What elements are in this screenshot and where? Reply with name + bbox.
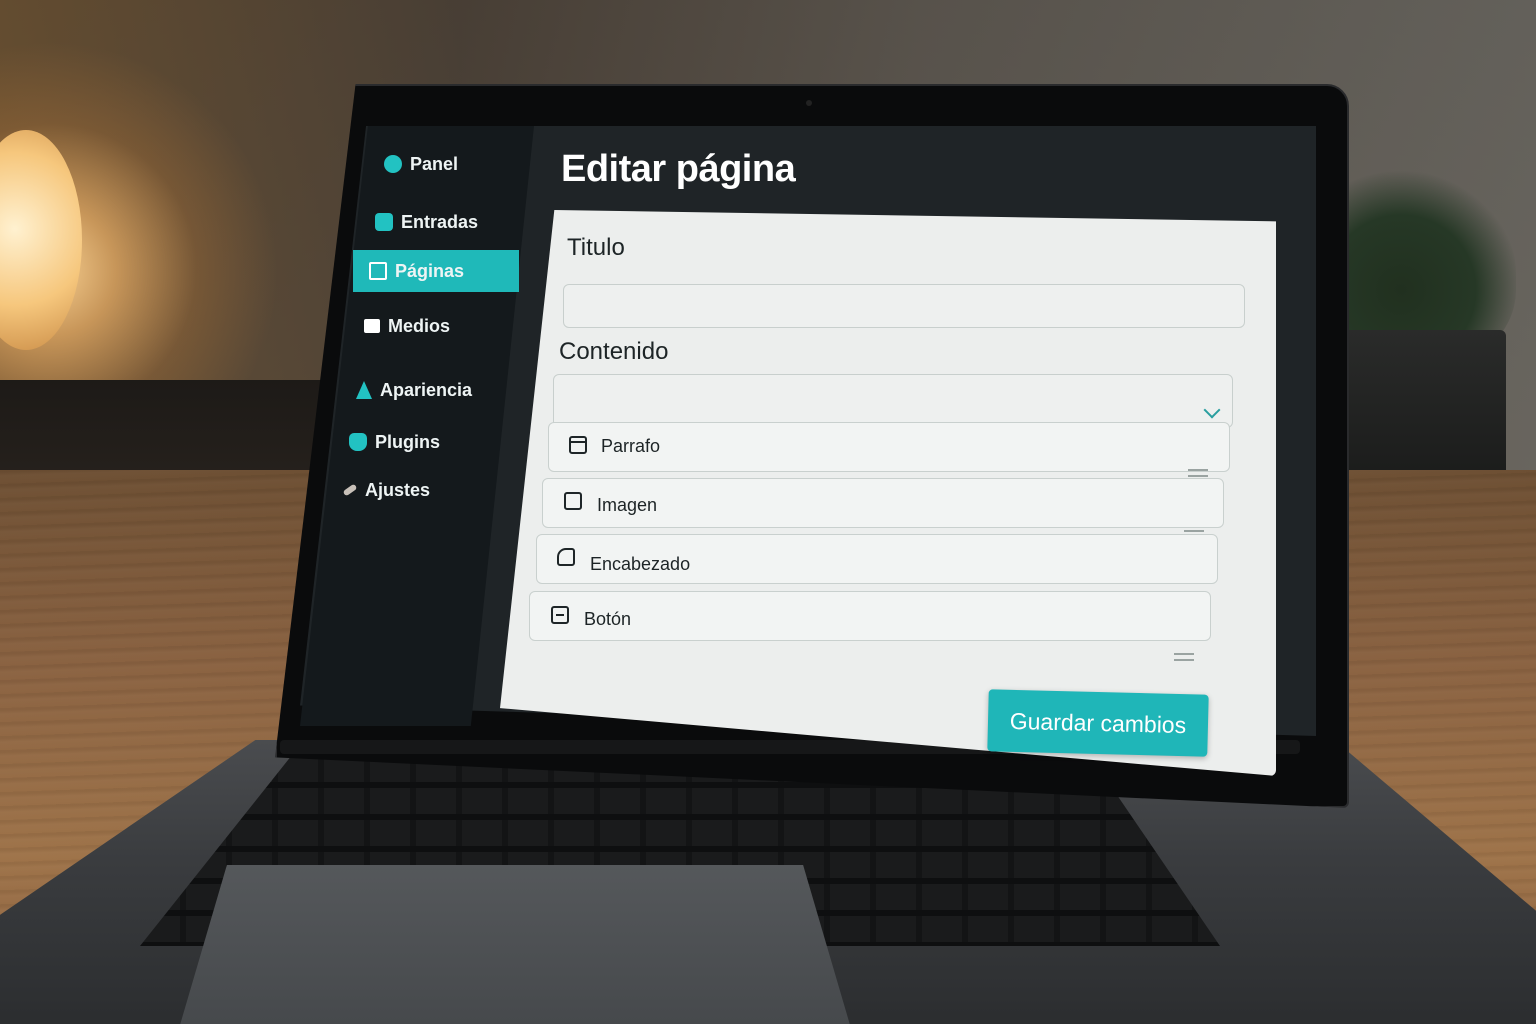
- sidebar-item-panel[interactable]: Panel: [384, 148, 458, 180]
- heading-block-icon: [557, 548, 575, 566]
- block-label: Parrafo: [601, 436, 661, 456]
- plant-pot: [1336, 330, 1506, 480]
- photo-scene: Panel Entradas Páginas Medios Apariencia…: [0, 0, 1536, 1024]
- block-item-boton[interactable]: [529, 591, 1211, 641]
- settings-icon: [342, 483, 358, 497]
- page-icon: [369, 262, 387, 280]
- block-label: Botón: [584, 609, 632, 629]
- paragraph-block-icon: [569, 436, 587, 454]
- post-icon: [375, 213, 393, 231]
- appearance-icon: [356, 381, 372, 399]
- sidebar-item-label: Panel: [410, 153, 459, 174]
- title-field-label: Titulo: [567, 234, 625, 261]
- image-block-icon: [564, 492, 582, 510]
- sidebar-item-label: Apariencia: [380, 379, 473, 400]
- sidebar-item-paginas[interactable]: Páginas: [353, 250, 519, 292]
- sidebar-item-label: Medios: [388, 315, 451, 336]
- media-icon: [364, 319, 380, 333]
- sidebar-item-entradas[interactable]: Entradas: [375, 206, 478, 238]
- title-input[interactable]: [563, 284, 1245, 328]
- sidebar-item-label: Ajustes: [365, 479, 431, 500]
- content-field-label: Contenido: [559, 338, 669, 365]
- plugin-icon: [349, 433, 367, 451]
- sidebar-item-label: Páginas: [395, 260, 465, 281]
- trackpad: [180, 865, 850, 1024]
- sidebar-item-ajustes[interactable]: Ajustes: [342, 474, 431, 506]
- sidebar-item-label: Entradas: [401, 211, 479, 232]
- sidebar-item-medios[interactable]: Medios: [364, 310, 450, 342]
- camera: [806, 100, 812, 106]
- drag-handle-icon[interactable]: [1188, 469, 1208, 477]
- block-label: Imagen: [597, 495, 658, 515]
- drag-handle-icon[interactable]: [1174, 653, 1194, 661]
- button-block-icon: [551, 606, 569, 624]
- sidebar-item-plugins[interactable]: Plugins: [349, 426, 440, 458]
- circle-info-icon: [384, 155, 402, 173]
- save-changes-button[interactable]: Guardar cambios: [987, 689, 1209, 757]
- sidebar-item-apariencia[interactable]: Apariencia: [356, 374, 472, 406]
- block-label: Encabezado: [590, 554, 691, 574]
- sidebar-item-label: Plugins: [375, 431, 441, 452]
- content-select[interactable]: [553, 374, 1233, 428]
- page-title: Editar página: [561, 148, 796, 190]
